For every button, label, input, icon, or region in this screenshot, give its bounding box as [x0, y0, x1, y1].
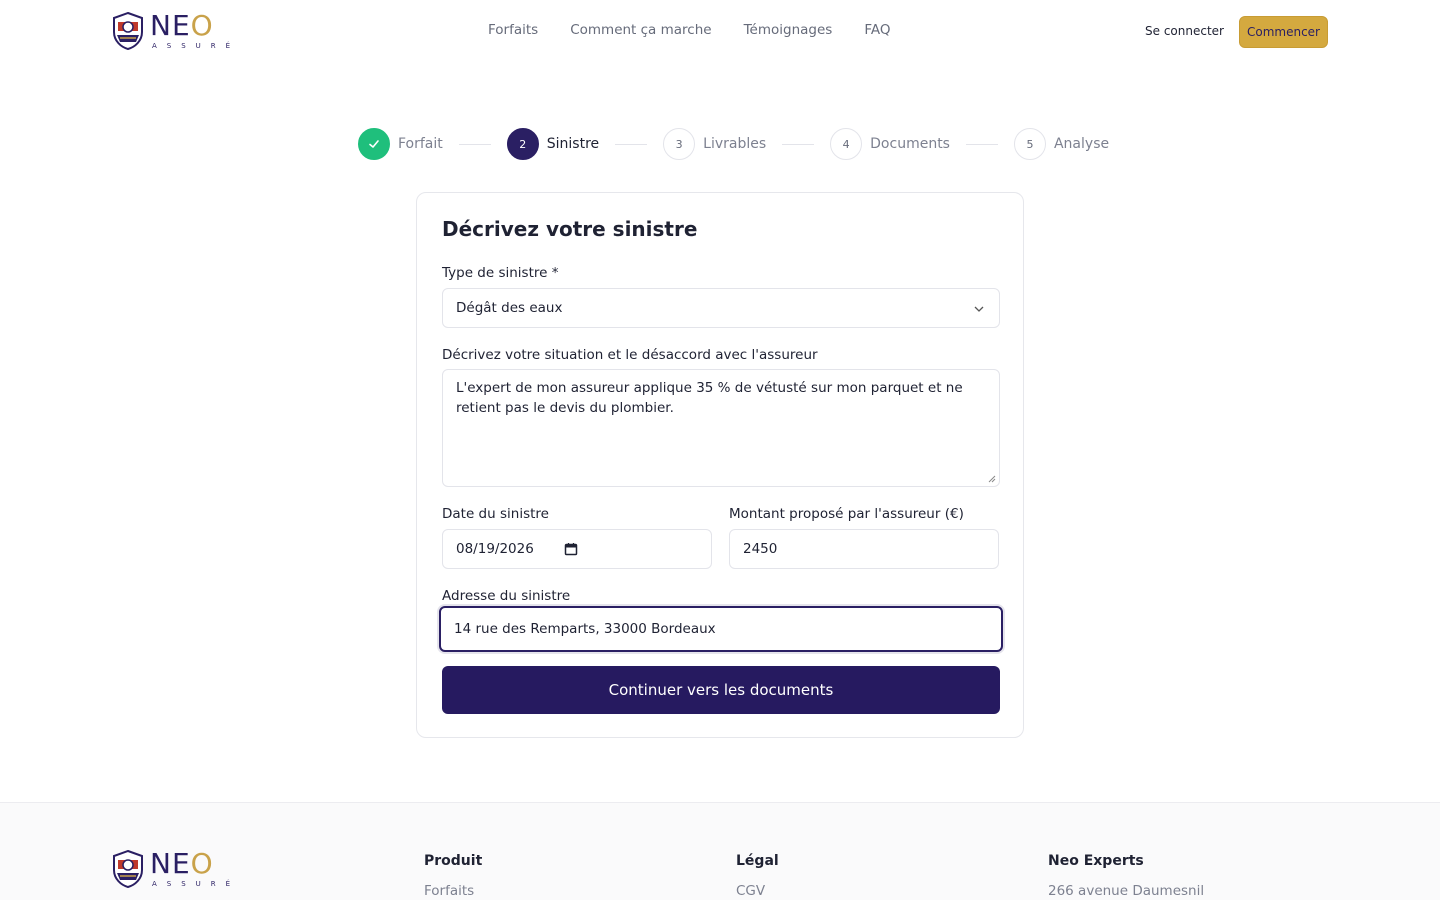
step-4-label: Documents [870, 136, 950, 152]
step-4-circle: 4 [830, 128, 863, 160]
description-textarea[interactable]: L'expert de mon assureur applique 35 % d… [442, 369, 1000, 487]
shield-logo-icon [113, 850, 143, 888]
footer-experts-title: Neo Experts [1048, 853, 1144, 869]
description-value: L'expert de mon assureur applique 35 % d… [456, 380, 963, 416]
signin-link[interactable]: Se connecter [1145, 24, 1224, 38]
footer-experts-address: 266 avenue Daumesnil [1048, 883, 1205, 899]
step-divider [458, 143, 491, 145]
footer-col-legal: Légal CGV [736, 853, 779, 899]
footer-col-produit: Produit Forfaits [424, 853, 482, 899]
footer-brand-tagline: ASSURÉ [152, 880, 241, 888]
nav-forfaits[interactable]: Forfaits [488, 22, 538, 38]
step-divider [782, 143, 815, 145]
footer-col-experts: Neo Experts 266 avenue Daumesnil [1048, 853, 1204, 899]
step-livrables[interactable]: 3 Livrables [663, 128, 766, 160]
brand-word: NEO [150, 9, 214, 42]
step-divider [615, 143, 648, 145]
step-2-label: Sinistre [546, 136, 600, 152]
check-icon [369, 140, 379, 148]
claim-form-card: Décrivez votre sinistre Type de sinistre… [416, 192, 1024, 738]
site-footer: NEO ASSURÉ Produit Forfaits Légal CGV Ne… [0, 802, 1440, 900]
step-2-circle: 2 [506, 128, 539, 160]
resize-handle-icon[interactable] [988, 475, 996, 483]
step-1-label: Forfait [398, 136, 443, 152]
nav-temoignages[interactable]: Témoignages [744, 22, 833, 38]
brand-logo[interactable]: NEO ASSURÉ [112, 12, 240, 50]
date-label: Date du sinistre [442, 506, 549, 522]
step-3-label: Livrables [703, 136, 767, 152]
nav-comment-ca-marche[interactable]: Comment ça marche [570, 22, 711, 38]
amount-label: Montant proposé par l'assureur (€) [729, 506, 964, 522]
progress-stepper: Forfait 2 Sinistre 3 Livrables 4 Documen… [358, 128, 1109, 160]
date-input[interactable]: 08/19/2026 [442, 529, 712, 569]
calendar-icon[interactable] [564, 542, 578, 556]
form-title: Décrivez votre sinistre [442, 217, 698, 241]
address-label: Adresse du sinistre [442, 588, 571, 604]
main-nav: Forfaits Comment ça marche Témoignages F… [488, 22, 890, 38]
step-sinistre[interactable]: 2 Sinistre [506, 128, 600, 160]
footer-produit-title: Produit [424, 853, 483, 869]
footer-legal-title: Légal [736, 853, 779, 869]
step-documents[interactable]: 4 Documents [830, 128, 950, 160]
address-value: 14 rue des Remparts, 33000 Bordeaux [454, 621, 716, 637]
shield-logo-icon [113, 12, 143, 50]
nav-faq[interactable]: FAQ [864, 22, 890, 38]
continue-button[interactable]: Continuer vers les documents [442, 666, 1000, 714]
brand-tagline: ASSURÉ [152, 42, 241, 50]
description-label: Décrivez votre situation et le désaccord… [442, 347, 818, 363]
claim-type-select[interactable]: Dégât des eaux [442, 288, 1000, 328]
claim-type-label: Type de sinistre * [442, 265, 559, 281]
footer-link-forfaits[interactable]: Forfaits [424, 883, 482, 899]
amount-input[interactable]: 2450 [729, 529, 999, 569]
amount-value: 2450 [743, 541, 778, 557]
step-analyse[interactable]: 5 Analyse [1013, 128, 1110, 160]
date-value: 08/19/2026 [456, 541, 534, 557]
step-forfait[interactable]: Forfait [358, 128, 443, 160]
top-header: NEO ASSURÉ Forfaits Comment ça marche Té… [0, 0, 1440, 64]
start-button[interactable]: Commencer [1239, 16, 1328, 48]
footer-logo[interactable]: NEO ASSURÉ [112, 850, 240, 888]
address-input[interactable]: 14 rue des Remparts, 33000 Bordeaux [439, 606, 1003, 652]
step-5-circle: 5 [1013, 128, 1046, 160]
claim-type-value: Dégât des eaux [456, 300, 563, 316]
footer-link-cgv[interactable]: CGV [736, 883, 779, 899]
chevron-down-icon [974, 306, 984, 312]
step-divider [965, 143, 998, 145]
step-1-circle [358, 128, 390, 160]
step-5-label: Analyse [1053, 136, 1110, 152]
step-3-circle: 3 [663, 128, 696, 160]
footer-brand-word: NEO [150, 847, 214, 880]
